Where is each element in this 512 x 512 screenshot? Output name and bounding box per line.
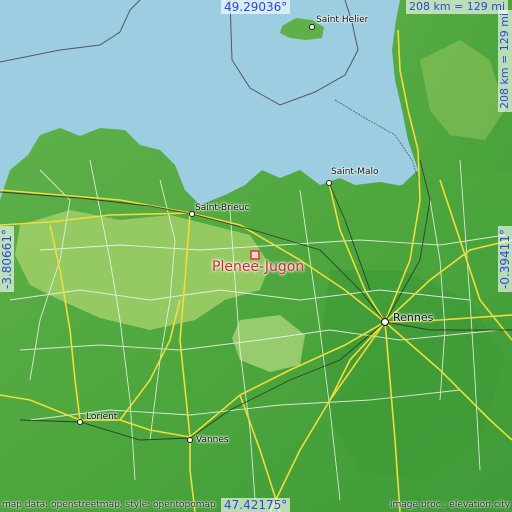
horizontal-scale: 208 km = 129 mi — [406, 0, 509, 14]
city-label-saint-helier: Saint Helier — [316, 15, 369, 25]
city-label-lorient: Lorient — [86, 412, 118, 422]
map-view[interactable]: 49.29036° 47.42175° -3.80661° -0.39411° … — [0, 0, 512, 512]
north-coordinate: 49.29036° — [221, 0, 291, 14]
vertical-scale: 208 km = 129 mi — [498, 9, 512, 112]
place-label: Plenee-Jugon — [212, 259, 305, 275]
east-coordinate: -0.39411° — [498, 226, 512, 292]
image-processing-credit: image proc.: elevation.city — [390, 500, 511, 510]
city-label-saint-brieuc: Saint-Brieuc — [195, 203, 250, 213]
city-label-vannes: Vannes — [196, 435, 229, 445]
map-data-credit: map data: openstreetmap, style: opentopo… — [2, 500, 216, 510]
city-label-rennes: Rennes — [393, 311, 434, 324]
south-coordinate: 47.42175° — [221, 498, 291, 512]
west-coordinate: -3.80661° — [0, 226, 14, 292]
place-marker[interactable] — [250, 250, 260, 260]
city-label-saint-malo: Saint-Malo — [331, 167, 379, 177]
terrain-map — [0, 0, 512, 512]
